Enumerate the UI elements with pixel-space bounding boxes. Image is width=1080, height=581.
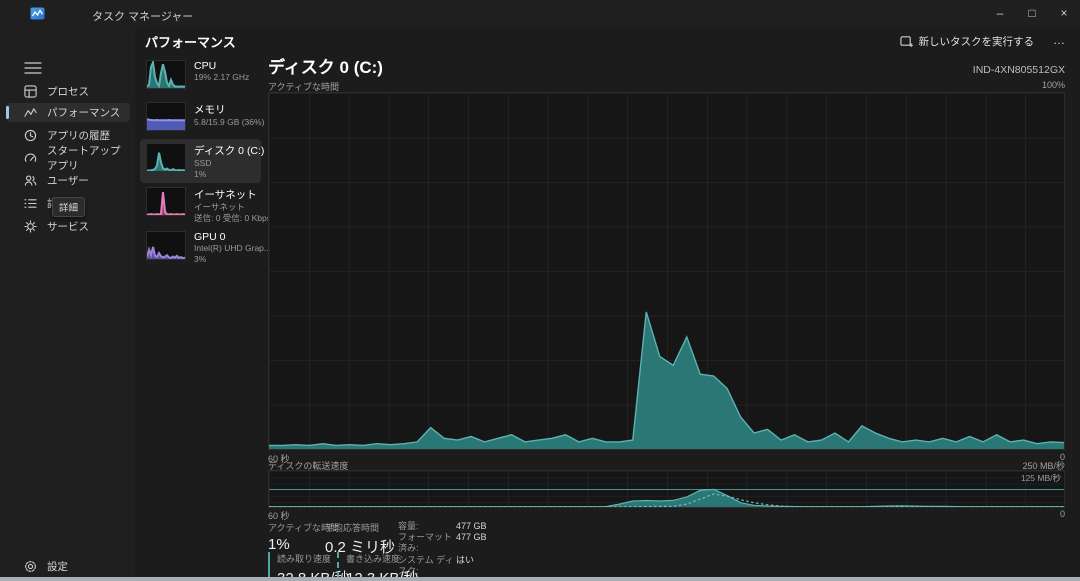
taskbar-edge xyxy=(0,577,1080,581)
perf-list-item-memory[interactable]: メモリ 5.8/15.9 GB (36%) xyxy=(140,98,261,135)
details-tooltip: 詳細 xyxy=(52,197,85,217)
sidebar-item-settings[interactable]: 設定 xyxy=(6,556,130,576)
perf-item-sub: 1% xyxy=(194,169,261,180)
sidebar-item-performance[interactable]: パフォーマンス xyxy=(6,103,130,122)
sidebar-item-label: パフォーマンス xyxy=(47,105,120,120)
perf-list-item-gpu[interactable]: GPU 0 Intel(R) UHD Grap... 3% xyxy=(140,227,261,268)
selected-accent-bar xyxy=(6,106,9,119)
cpu-mini-chart xyxy=(146,60,186,89)
sidebar-item-services[interactable]: サービス xyxy=(6,216,130,236)
perf-list-item-cpu[interactable]: CPU 19% 2.17 GHz xyxy=(140,56,261,93)
detail-row: システム ディスク: はい xyxy=(398,555,487,577)
chart2-xright-label: 0 xyxy=(1060,509,1065,519)
task-manager-window: タスク マネージャー – □ × プロセス パフォーマンス アプリの履歴 xyxy=(0,0,1080,581)
sidebar-item-label: プロセス xyxy=(47,84,89,99)
memory-sparkline xyxy=(147,103,185,130)
disk-details: 容量: 477 GB フォーマット済み: 477 GB システム ディスク: は… xyxy=(398,521,487,581)
perf-item-sub: SSD xyxy=(194,158,261,169)
page-title: パフォーマンス xyxy=(145,32,236,51)
hamburger-menu-icon[interactable] xyxy=(24,61,42,75)
sidebar-item-processes[interactable]: プロセス xyxy=(6,81,130,101)
perf-item-sub: 送信: 0 受信: 0 Kbps xyxy=(194,213,261,224)
perf-item-title: GPU 0 xyxy=(194,231,261,243)
minimize-button[interactable]: – xyxy=(984,0,1016,28)
stat-label: 平均応答時間 xyxy=(325,521,395,534)
maximize-button[interactable]: □ xyxy=(1016,0,1048,28)
perf-item-title: メモリ xyxy=(194,102,261,117)
perf-item-sub: 19% 2.17 GHz xyxy=(194,72,249,83)
active-time-area xyxy=(269,312,1064,449)
transfer-rate-plot xyxy=(269,471,1064,507)
gpu-sparkline xyxy=(147,232,185,259)
details-icon xyxy=(24,197,37,210)
sidebar-item-users[interactable]: ユーザー xyxy=(6,170,130,190)
perf-item-sub: 3% xyxy=(194,254,261,265)
processes-icon xyxy=(24,85,37,98)
perf-list-item-disk[interactable]: ディスク 0 (C:) SSD 1% xyxy=(140,139,261,183)
perf-item-title: イーサネット xyxy=(194,187,261,202)
sidebar-item-label: アプリの履歴 xyxy=(47,128,110,143)
disk-device-id: IND-4XN805512GX xyxy=(973,64,1065,76)
chart1-ymax-label: 100% xyxy=(1042,80,1065,90)
perf-item-title: ディスク 0 (C:) xyxy=(194,143,261,158)
sidebar-item-label: ユーザー xyxy=(47,173,89,188)
ethernet-sparkline xyxy=(147,188,185,215)
memory-sparkline-line xyxy=(147,119,185,120)
detail-value: 477 GB xyxy=(456,532,487,554)
detail-label: 容量: xyxy=(398,521,456,532)
ethernet-sparkline-line xyxy=(147,192,185,214)
perf-item-sub: 5.8/15.9 GB (36%) xyxy=(194,117,261,128)
ethernet-mini-chart xyxy=(146,187,186,216)
sidebar-item-app-history[interactable]: アプリの履歴 xyxy=(6,125,130,145)
app-history-icon xyxy=(24,129,37,142)
task-manager-app-icon xyxy=(30,7,45,20)
sidebar-item-label: サービス xyxy=(47,219,89,234)
users-icon xyxy=(24,174,37,187)
perf-item-sub: Intel(R) UHD Grap... xyxy=(194,243,261,254)
disk-sparkline-line xyxy=(147,153,185,171)
perf-list-item-ethernet[interactable]: イーサネット イーサネット 送信: 0 受信: 0 Kbps xyxy=(140,183,261,227)
memory-mini-chart xyxy=(146,102,186,131)
title-bar: タスク マネージャー – □ × xyxy=(0,0,1080,28)
cpu-sparkline xyxy=(147,61,185,88)
active-time-chart xyxy=(268,92,1065,450)
sidebar: プロセス パフォーマンス アプリの履歴 スタートアップ アプリ ユ xyxy=(0,28,135,577)
perf-item-sub: イーサネット xyxy=(194,202,261,213)
detail-label: フォーマット済み: xyxy=(398,532,456,554)
close-button[interactable]: × xyxy=(1048,0,1080,28)
run-new-task-label: 新しいタスクを実行する xyxy=(919,34,1035,49)
sidebar-item-label: 設定 xyxy=(47,559,68,574)
run-new-task-button[interactable]: 新しいタスクを実行する xyxy=(894,31,1041,52)
perf-item-title: CPU xyxy=(194,60,249,72)
detail-value: はい xyxy=(456,555,474,577)
run-new-task-icon xyxy=(900,35,913,48)
detail-value: 477 GB xyxy=(456,521,487,532)
disk-sparkline xyxy=(147,144,185,171)
performance-icon xyxy=(24,106,37,119)
services-icon xyxy=(24,220,37,233)
read-speed-area xyxy=(269,489,1064,507)
transfer-rate-chart: 125 MB/秒 xyxy=(268,470,1065,508)
detail-label: システム ディスク: xyxy=(398,555,456,577)
performance-page: パフォーマンス 新しいタスクを実行する … CPU 19% 2.17 GHz xyxy=(135,28,1080,577)
startup-apps-icon xyxy=(24,152,37,165)
detail-row: フォーマット済み: 477 GB xyxy=(398,532,487,554)
settings-gear-icon xyxy=(24,560,37,573)
active-time-plot xyxy=(269,93,1064,449)
detail-row: 容量: 477 GB xyxy=(398,521,487,532)
disk-page-title: ディスク 0 (C:) xyxy=(268,53,383,78)
disk-mini-chart xyxy=(146,143,186,172)
sidebar-item-startup-apps[interactable]: スタートアップ アプリ xyxy=(6,148,130,168)
gpu-mini-chart xyxy=(146,231,186,260)
more-options-button[interactable]: … xyxy=(1049,31,1070,49)
window-title: タスク マネージャー xyxy=(92,8,193,24)
sidebar-item-label: スタートアップ アプリ xyxy=(47,143,130,173)
